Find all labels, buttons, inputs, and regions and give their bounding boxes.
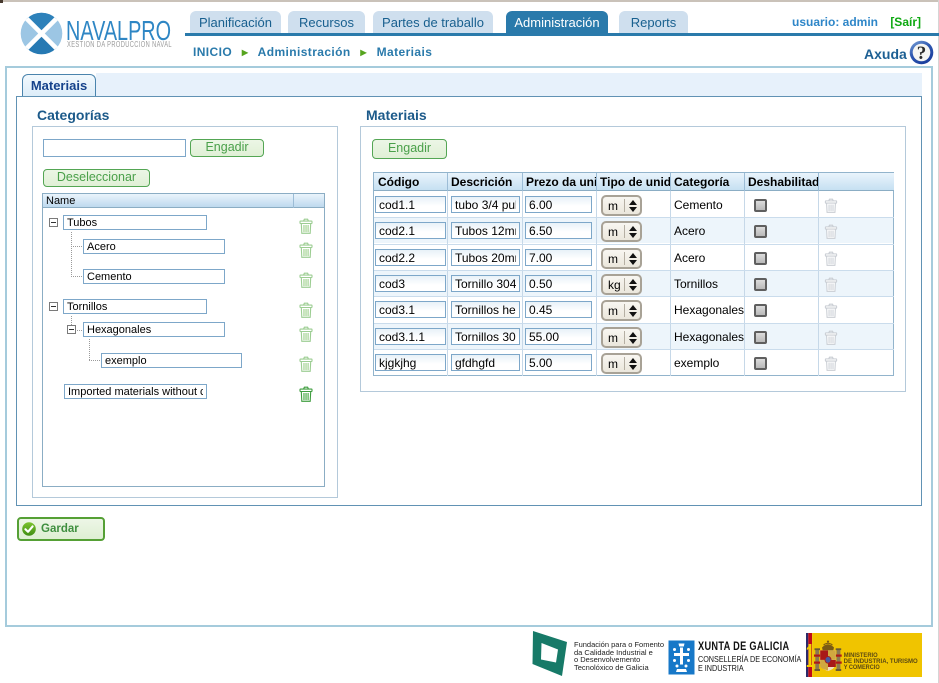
svg-text:Y COMERCIO: Y COMERCIO: [844, 665, 880, 671]
svg-text:?: ?: [917, 43, 927, 64]
